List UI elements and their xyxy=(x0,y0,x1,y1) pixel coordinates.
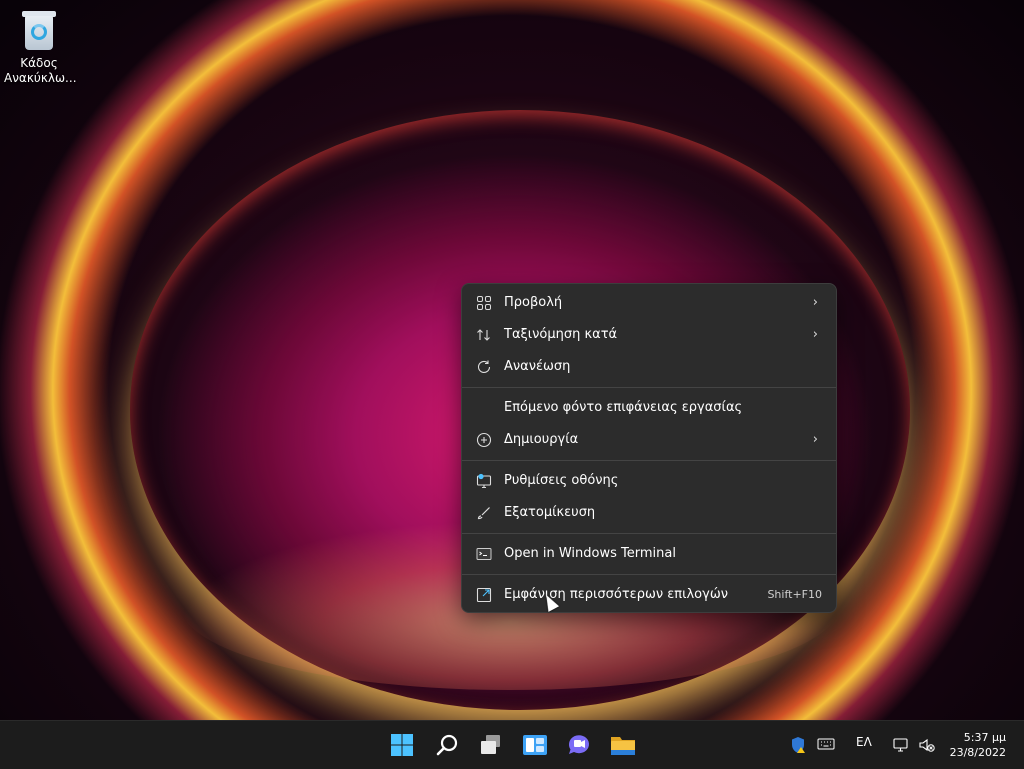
menu-item-label: Προβολή xyxy=(504,295,563,310)
menu-separator xyxy=(462,460,836,461)
menu-item-next-wallpaper[interactable]: Επόμενο φόντο επιφάνειας εργασίας xyxy=(466,393,832,423)
menu-item-label: Επόμενο φόντο επιφάνειας εργασίας xyxy=(504,400,743,415)
menu-item-show-more-options[interactable]: Εμφάνιση περισσότερων επιλογών Shift+F10 xyxy=(466,580,832,610)
menu-item-label: Εξατομίκευση xyxy=(504,505,596,520)
windows-logo-icon xyxy=(391,734,413,756)
menu-item-sort-by[interactable]: Ταξινόμηση κατά › xyxy=(466,320,832,350)
recycle-bin-icon xyxy=(21,8,57,50)
network-icon[interactable] xyxy=(892,736,910,757)
desktop-icon-label-line1: Κάδος xyxy=(20,56,58,70)
grid-view-icon xyxy=(477,296,491,310)
terminal-icon xyxy=(476,548,492,560)
clock-date: 23/8/2022 xyxy=(949,746,1006,759)
task-view-button[interactable] xyxy=(475,729,507,761)
personalize-brush-icon xyxy=(477,507,490,520)
system-clock[interactable]: 5:37 μμ 23/8/2022 xyxy=(950,730,1006,760)
menu-separator xyxy=(462,533,836,534)
taskbar: ΕΛ 5:37 μμ 23/8/2022 xyxy=(0,720,1024,769)
volume-muted-icon[interactable] xyxy=(918,736,936,757)
menu-item-label: Ταξινόμηση κατά xyxy=(504,327,618,342)
menu-item-new[interactable]: Δημιουργία › xyxy=(466,425,832,455)
start-button[interactable] xyxy=(386,729,418,761)
chevron-right-icon: › xyxy=(812,432,818,447)
menu-item-label: Open in Windows Terminal xyxy=(504,546,676,561)
menu-item-view[interactable]: Προβολή › xyxy=(466,288,832,318)
desktop-icon-label-line2: Ανακύκλω... xyxy=(4,71,77,85)
file-explorer-button[interactable] xyxy=(607,729,639,761)
chat-button[interactable] xyxy=(563,729,595,761)
widgets-button[interactable] xyxy=(519,729,551,761)
menu-separator xyxy=(462,387,836,388)
menu-item-label: Ανανέωση xyxy=(504,359,571,374)
menu-item-refresh[interactable]: Ανανέωση xyxy=(466,352,832,382)
menu-item-shortcut: Shift+F10 xyxy=(767,588,822,601)
more-options-icon xyxy=(476,587,492,603)
chevron-right-icon: › xyxy=(812,327,818,342)
chevron-right-icon: › xyxy=(812,295,818,310)
new-plus-icon xyxy=(476,432,492,448)
task-view-icon xyxy=(481,735,500,754)
menu-separator xyxy=(462,574,836,575)
menu-item-personalize[interactable]: Εξατομίκευση xyxy=(466,498,832,528)
desktop-context-menu: Προβολή › Ταξινόμηση κατά › Ανανέωση Επό… xyxy=(461,283,837,613)
menu-item-label: Δημιουργία xyxy=(504,432,579,447)
display-settings-icon xyxy=(476,473,492,489)
menu-item-open-terminal[interactable]: Open in Windows Terminal xyxy=(466,539,832,569)
sort-icon xyxy=(477,329,490,341)
language-indicator[interactable]: ΕΛ xyxy=(856,735,872,749)
security-warning-icon[interactable] xyxy=(789,736,807,757)
menu-item-label: Ρυθμίσεις οθόνης xyxy=(504,473,619,488)
refresh-icon xyxy=(477,360,491,373)
widgets-icon xyxy=(523,735,547,755)
touch-keyboard-icon[interactable] xyxy=(817,737,835,754)
menu-item-label: Εμφάνιση περισσότερων επιλογών xyxy=(504,587,728,602)
search-button[interactable] xyxy=(431,729,463,761)
search-icon xyxy=(436,734,458,756)
menu-item-display-settings[interactable]: Ρυθμίσεις οθόνης xyxy=(466,466,832,496)
clock-time: 5:37 μμ xyxy=(963,731,1006,744)
folder-icon xyxy=(611,737,635,755)
desktop-icon-recycle-bin[interactable]: Κάδος Ανακύκλω... xyxy=(4,8,77,86)
teams-chat-icon xyxy=(568,735,589,754)
